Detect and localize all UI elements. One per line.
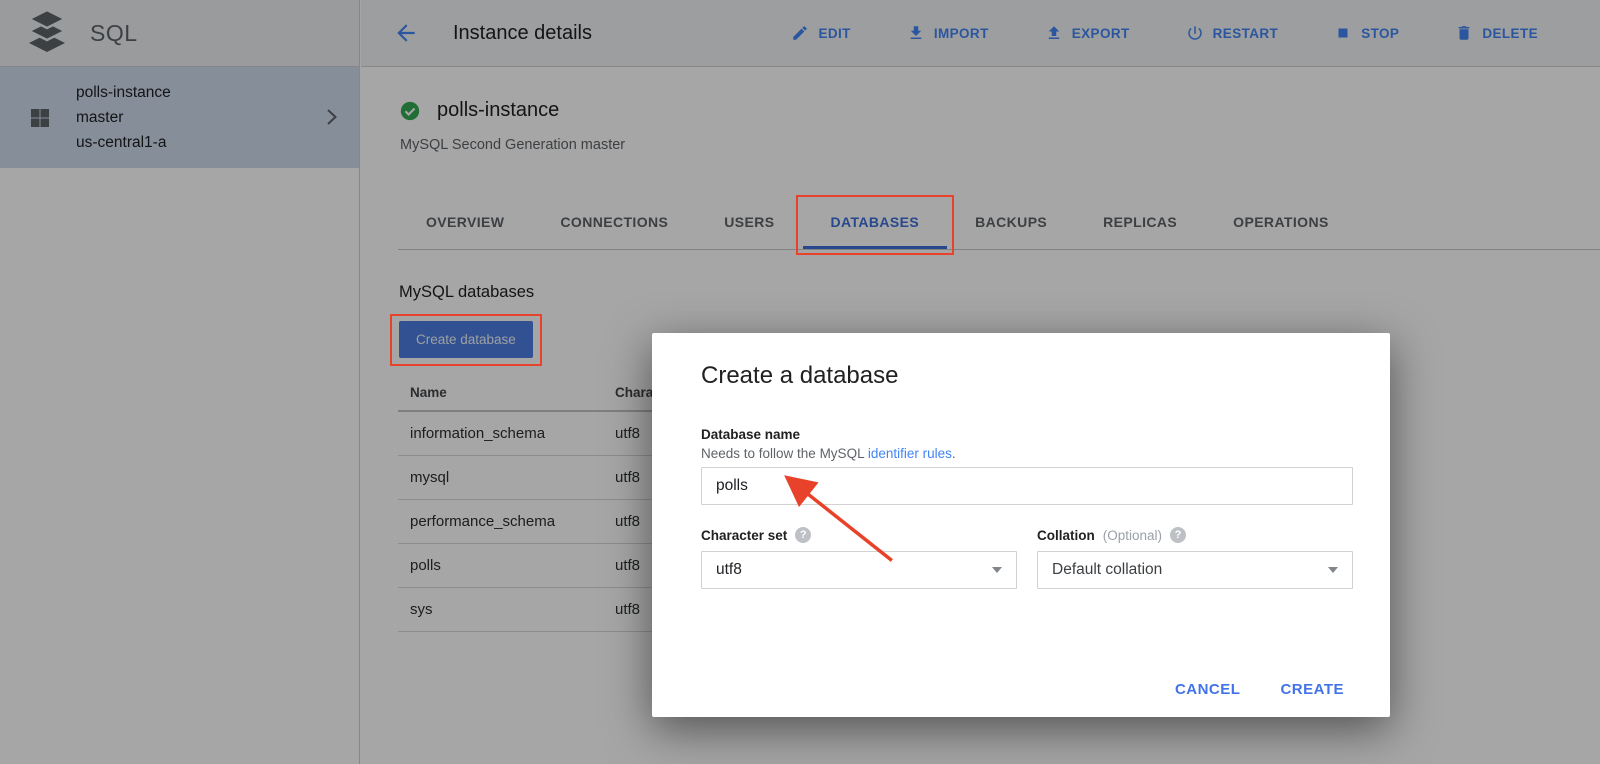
identifier-rules-link[interactable]: identifier rules xyxy=(868,446,952,461)
help-icon[interactable]: ? xyxy=(1170,527,1186,543)
charset-label-row: Character set ? xyxy=(701,527,811,543)
dialog-create-button[interactable]: CREATE xyxy=(1280,681,1344,698)
collation-label-row: Collation (Optional) ? xyxy=(1037,527,1186,543)
dialog-title: Create a database xyxy=(701,362,898,390)
database-name-helper: Needs to follow the MySQL identifier rul… xyxy=(701,446,956,461)
help-icon[interactable]: ? xyxy=(795,527,811,543)
collation-select[interactable]: Default collation xyxy=(1037,551,1353,589)
create-database-dialog: Create a database Database name Needs to… xyxy=(652,333,1390,717)
charset-select[interactable]: utf8 xyxy=(701,551,1017,589)
cancel-button[interactable]: CANCEL xyxy=(1175,681,1241,698)
dropdown-caret-icon xyxy=(1328,567,1338,573)
database-name-input[interactable] xyxy=(701,467,1353,505)
database-name-label: Database name xyxy=(701,427,800,442)
dropdown-caret-icon xyxy=(992,567,1002,573)
